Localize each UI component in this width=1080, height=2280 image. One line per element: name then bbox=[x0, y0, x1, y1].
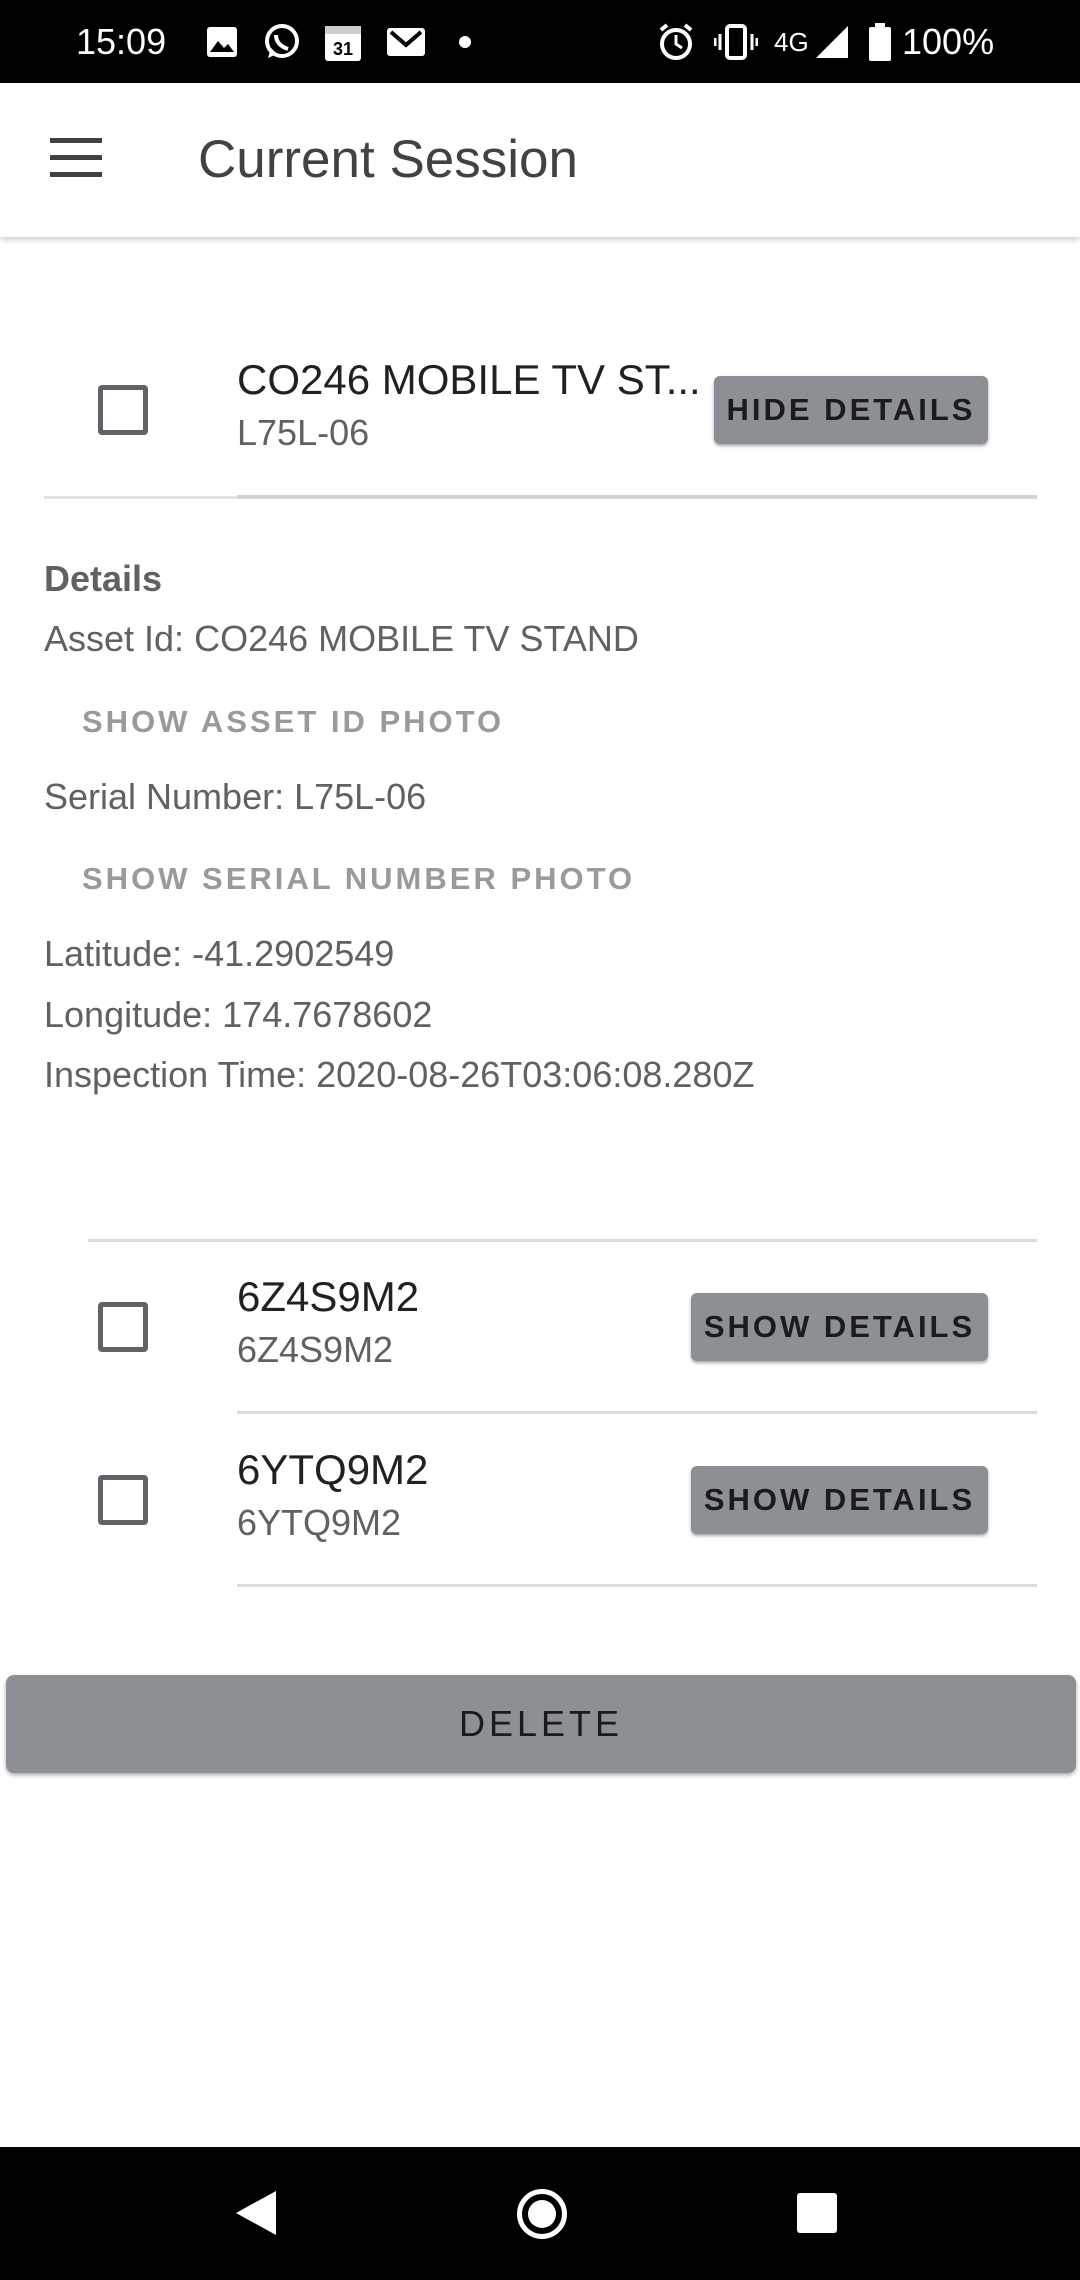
asset-id-text: Asset Id: CO246 MOBILE TV STAND bbox=[44, 618, 639, 659]
calendar-icon: 31 bbox=[324, 22, 362, 62]
divider bbox=[88, 1239, 1037, 1242]
item-checkbox[interactable] bbox=[98, 1302, 148, 1352]
dot-icon bbox=[458, 22, 472, 62]
latitude-text: Latitude: -41.2902549 bbox=[44, 933, 395, 974]
item-title: 6Z4S9M2 bbox=[237, 1273, 420, 1320]
item-checkbox[interactable] bbox=[98, 385, 148, 435]
navigation-bar bbox=[0, 2147, 1080, 2280]
item-subtitle: 6Z4S9M2 bbox=[237, 1329, 394, 1370]
home-circle-icon[interactable] bbox=[517, 2189, 567, 2239]
gmail-icon bbox=[386, 22, 426, 62]
page-title: Current Session bbox=[198, 130, 579, 189]
calendar-day-text: 31 bbox=[333, 39, 353, 59]
image-icon bbox=[206, 22, 238, 62]
serial-number-text: Serial Number: L75L-06 bbox=[44, 776, 427, 817]
battery-icon bbox=[868, 22, 892, 62]
details-heading: Details bbox=[44, 558, 163, 599]
item-subtitle: L75L-06 bbox=[237, 412, 370, 453]
signal-icon bbox=[814, 22, 850, 62]
inspection-time-text: Inspection Time: 2020-08-26T03:06:08.280… bbox=[44, 1054, 755, 1095]
delete-button[interactable]: DELETE bbox=[6, 1675, 1076, 1773]
show-details-button[interactable]: SHOW DETAILS bbox=[691, 1293, 988, 1361]
show-details-button[interactable]: SHOW DETAILS bbox=[691, 1466, 988, 1534]
item-title: CO246 MOBILE TV ST... bbox=[237, 356, 701, 403]
hide-details-button[interactable]: HIDE DETAILS bbox=[714, 376, 988, 444]
app-bar: Current Session bbox=[0, 83, 1080, 237]
divider bbox=[237, 1584, 1037, 1587]
vibrate-icon bbox=[714, 22, 758, 62]
show-asset-id-photo-button[interactable]: SHOW ASSET ID PHOTO bbox=[82, 702, 504, 742]
divider bbox=[44, 496, 237, 499]
item-checkbox[interactable] bbox=[98, 1475, 148, 1525]
alarm-icon bbox=[656, 22, 696, 62]
longitude-text: Longitude: 174.7678602 bbox=[44, 994, 433, 1035]
network-type: 4G bbox=[774, 27, 809, 57]
hamburger-menu-icon[interactable] bbox=[50, 138, 104, 178]
show-serial-number-photo-button[interactable]: SHOW SERIAL NUMBER PHOTO bbox=[82, 859, 635, 899]
status-bar: 15:09 31 4G 100% bbox=[0, 0, 1080, 83]
battery-percent: 100% bbox=[902, 21, 995, 62]
whatsapp-icon bbox=[262, 22, 302, 62]
back-triangle-icon[interactable] bbox=[236, 2191, 276, 2235]
recents-square-icon[interactable] bbox=[797, 2193, 837, 2233]
item-title: 6YTQ9M2 bbox=[237, 1446, 429, 1493]
divider bbox=[237, 495, 1037, 499]
status-time: 15:09 bbox=[76, 21, 167, 62]
item-subtitle: 6YTQ9M2 bbox=[237, 1502, 402, 1543]
divider bbox=[237, 1411, 1037, 1414]
